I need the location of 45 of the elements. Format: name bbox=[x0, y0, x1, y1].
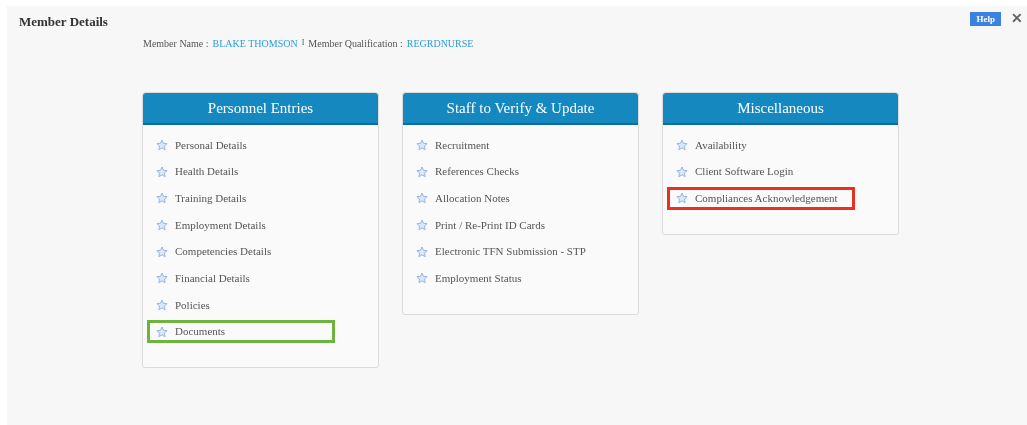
separator: I bbox=[301, 37, 305, 49]
member-name: BLAKE THOMSON bbox=[212, 36, 298, 51]
menu-link[interactable]: Compliances Acknowledgement bbox=[667, 186, 855, 210]
menu-link[interactable]: Availability bbox=[667, 133, 894, 157]
menu-link[interactable]: Competencies Details bbox=[147, 240, 374, 263]
menu-link[interactable]: Policies bbox=[147, 293, 374, 317]
menu-link[interactable]: Employment Details bbox=[147, 213, 374, 237]
star-icon bbox=[156, 218, 168, 231]
star-icon bbox=[156, 192, 168, 205]
menu-link[interactable]: Employment Status bbox=[407, 266, 634, 290]
menu-link[interactable]: Allocation Notes bbox=[407, 186, 634, 210]
star-icon bbox=[156, 138, 168, 151]
star-icon bbox=[156, 245, 168, 258]
star-icon bbox=[676, 165, 688, 178]
panel-header: Personnel Entries bbox=[143, 92, 378, 125]
star-icon bbox=[156, 272, 168, 285]
star-icon bbox=[156, 298, 168, 311]
star-icon bbox=[416, 192, 428, 205]
dialog-title: Member Details bbox=[19, 13, 108, 31]
star-icon bbox=[416, 245, 428, 258]
menu-link[interactable]: Documents bbox=[147, 320, 335, 343]
star-icon bbox=[156, 165, 168, 178]
panel-header: Miscellaneous bbox=[663, 92, 898, 125]
menu-link[interactable]: Health Details bbox=[147, 160, 374, 183]
star-icon bbox=[416, 272, 428, 285]
qualification-label: Member Qualification : bbox=[308, 36, 403, 51]
menu-link[interactable]: Print / Re-Print ID Cards bbox=[407, 213, 634, 237]
close-button[interactable]: ✕ bbox=[1011, 12, 1023, 26]
menu-link[interactable]: Training Details bbox=[147, 186, 374, 210]
menu-link[interactable]: Client Software Login bbox=[667, 160, 894, 183]
menu-link[interactable]: Electronic TFN Submission - STP bbox=[407, 240, 634, 263]
star-icon bbox=[676, 192, 688, 205]
menu-link[interactable]: Personal Details bbox=[147, 133, 374, 157]
star-icon bbox=[676, 138, 688, 151]
help-button[interactable]: Help bbox=[970, 12, 1001, 26]
star-icon bbox=[416, 138, 428, 151]
panel-header: Staff to Verify & Update bbox=[403, 92, 638, 125]
member-name-label: Member Name : bbox=[143, 36, 209, 51]
star-icon bbox=[156, 325, 168, 338]
menu-link[interactable]: Financial Details bbox=[147, 266, 374, 290]
menu-link[interactable]: Recruitment bbox=[407, 133, 634, 157]
menu-link[interactable]: References Checks bbox=[407, 160, 634, 183]
star-icon bbox=[416, 165, 428, 178]
star-icon bbox=[416, 218, 428, 231]
member-qualification: REGRDNURSE bbox=[406, 36, 474, 51]
